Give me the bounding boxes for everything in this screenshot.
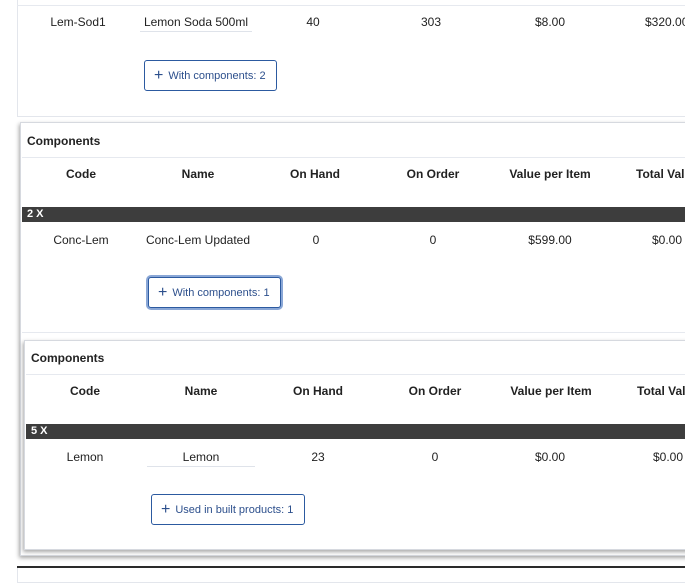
column-header-on-order[interactable]: On Order [400,384,470,398]
column-header-value-per-item[interactable]: Value per Item [506,384,596,398]
row-name: Conc-Lem Updated [145,233,251,247]
column-header-value-per-item[interactable]: Value per Item [505,167,595,181]
row-on-order: 0 [431,450,439,464]
plus-icon: + [161,500,171,518]
top-row-value-per-item: $8.00 [534,15,566,29]
bottom-divider [17,582,685,583]
row-value-per-item: $0.00 [534,450,566,464]
top-row-code: Lem-Sod1 [50,15,106,29]
multiplier-bar: 2 X [22,207,685,222]
row-total-value: $0.00 [653,450,684,464]
used-in-built-products-button[interactable]: + Used in built products: 1 [151,494,305,525]
top-divider [17,5,685,6]
column-header-name[interactable]: Name [168,167,228,181]
with-components-label: With components: 1 [172,286,270,299]
with-components-button[interactable]: + With components: 2 [144,60,277,91]
top-row-total-value: $320.00 [645,15,685,29]
bottom-divider [17,566,685,568]
header-divider [26,374,685,375]
row-total-value: $0.00 [652,233,683,247]
top-row-on-hand: 40 [306,15,320,29]
column-header-total-value[interactable]: Total Val [637,384,685,398]
column-header-code[interactable]: Code [55,384,115,398]
header-divider [22,157,685,158]
row-on-order: 0 [429,233,437,247]
row-code: Lemon [66,450,104,464]
column-header-on-order[interactable]: On Order [398,167,468,181]
plus-icon: + [158,283,168,301]
row-on-hand: 0 [312,233,320,247]
column-header-total-value[interactable]: Total Val [636,167,684,181]
used-in-built-products-label: Used in built products: 1 [175,503,294,516]
row-value-per-item: $599.00 [528,233,572,247]
top-row-on-order: 303 [420,15,442,29]
top-row-name: Lemon Soda 500ml [140,15,252,32]
components-title-level1: Components [27,134,101,148]
row-on-hand: 23 [311,450,325,464]
column-header-on-hand[interactable]: On Hand [283,384,353,398]
plus-icon: + [154,66,164,84]
row-code: Conc-Lem [53,233,109,247]
components-panel-level2 [24,340,685,550]
column-header-name[interactable]: Name [171,384,231,398]
bottom-frame-left [17,568,18,582]
components-title-level2: Components [31,351,105,365]
column-header-on-hand[interactable]: On Hand [280,167,350,181]
row-name: Lemon [147,450,255,467]
multiplier-bar: 5 X [26,424,685,439]
with-components-label: With components: 2 [168,69,266,82]
column-header-code[interactable]: Code [51,167,111,181]
row-divider [22,332,685,333]
with-components-button[interactable]: + With components: 1 [148,277,281,308]
